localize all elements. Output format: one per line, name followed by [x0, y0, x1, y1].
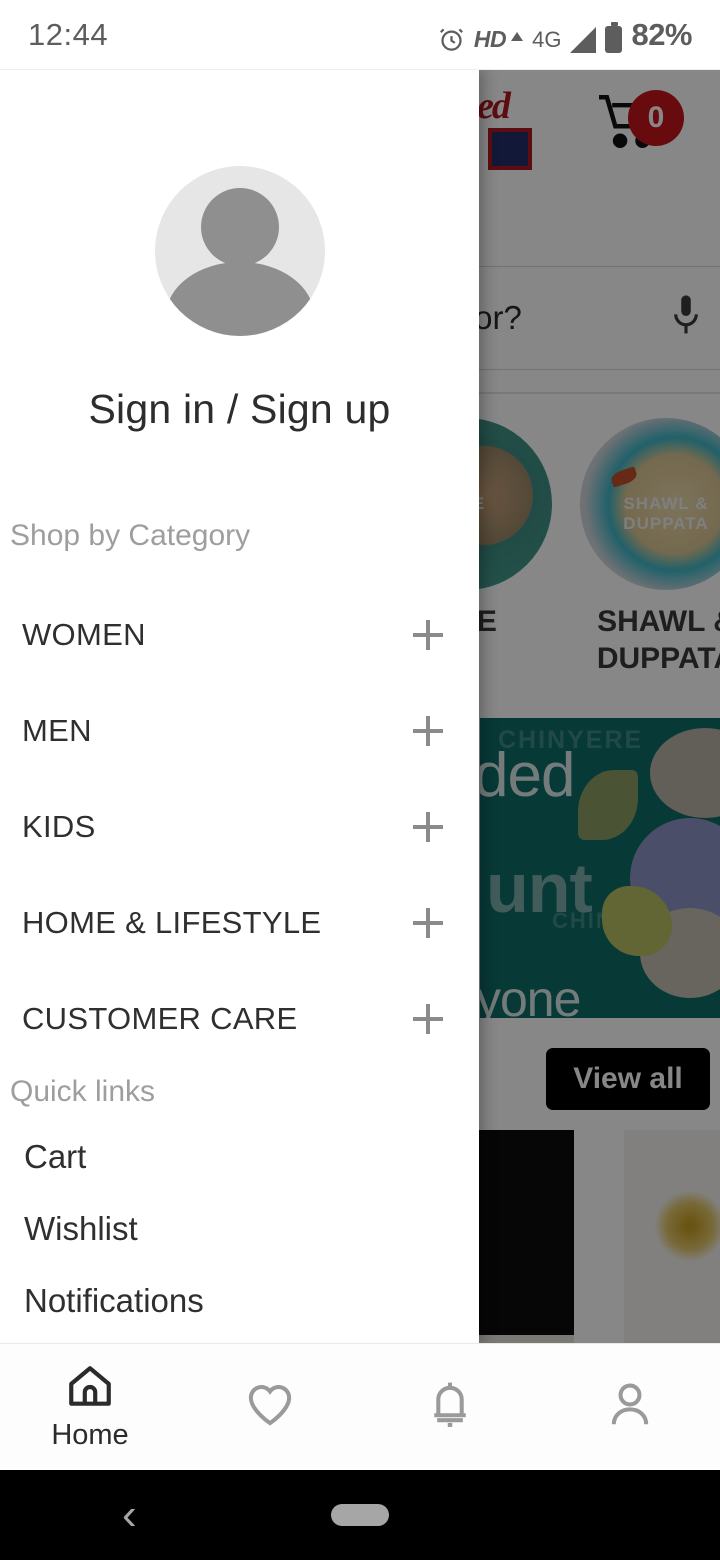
drawer-item-label: MEN	[22, 713, 92, 748]
drawer-item-label: CUSTOMER CARE	[22, 1001, 298, 1036]
network-type-label: 4G	[532, 26, 562, 52]
drawer-item-label: HOME & LIFESTYLE	[22, 905, 322, 940]
home-pill-icon[interactable]	[331, 1504, 389, 1526]
bottom-nav-home[interactable]: Home	[0, 1362, 180, 1452]
battery-percent-label: 82%	[631, 16, 692, 52]
hd-indicator-icon	[511, 31, 524, 41]
expand-plus-icon[interactable]	[413, 1004, 443, 1034]
person-icon	[602, 1377, 658, 1436]
quick-links-heading: Quick links	[10, 1075, 156, 1108]
drawer-quick-links-list: Cart Wishlist Notifications	[0, 1121, 479, 1337]
status-bar-time: 12:44	[28, 16, 109, 52]
android-navigation-bar: ‹	[0, 1470, 720, 1560]
drawer-category-list: WOMEN MEN KIDS HOME & LIFESTYLE CUSTOMER…	[0, 587, 479, 1067]
heart-icon	[241, 1377, 299, 1436]
drawer-item-kids[interactable]: KIDS	[0, 779, 479, 875]
expand-plus-icon[interactable]	[413, 812, 443, 842]
chevron-left-icon[interactable]: ‹	[122, 1493, 137, 1537]
bottom-nav-wishlist[interactable]	[180, 1377, 360, 1438]
drawer-header: Sign in / Sign up	[0, 70, 479, 433]
drawer-item-customer-care[interactable]: CUSTOMER CARE	[0, 971, 479, 1067]
drawer-item-home-lifestyle[interactable]: HOME & LIFESTYLE	[0, 875, 479, 971]
quick-link-cart[interactable]: Cart	[0, 1121, 479, 1193]
bell-icon	[423, 1377, 477, 1436]
hd-call-label: HD	[473, 25, 507, 52]
home-icon	[63, 1362, 117, 1417]
alarm-clock-icon	[438, 26, 465, 53]
drawer-item-men[interactable]: MEN	[0, 683, 479, 779]
quick-link-label: Wishlist	[24, 1210, 138, 1247]
avatar-body-shape	[165, 262, 314, 336]
status-bar: 12:44 HD 4G 82%	[0, 0, 720, 70]
quick-link-wishlist[interactable]: Wishlist	[0, 1193, 479, 1265]
expand-plus-icon[interactable]	[413, 716, 443, 746]
bottom-nav-label: Home	[51, 1419, 129, 1451]
sign-in-button[interactable]: Sign in / Sign up	[89, 386, 391, 433]
user-avatar-icon[interactable]	[154, 166, 325, 336]
drawer-item-label: KIDS	[22, 809, 96, 844]
signal-bars-icon	[570, 26, 597, 53]
avatar-head-shape	[200, 188, 279, 266]
expand-plus-icon[interactable]	[413, 620, 443, 650]
battery-icon	[605, 21, 623, 53]
bottom-nav-account[interactable]	[540, 1377, 720, 1438]
quick-link-label: Notifications	[24, 1282, 204, 1319]
status-bar-icons: HD 4G 82%	[438, 17, 692, 53]
bottom-navigation-bar: Home	[0, 1343, 720, 1470]
quick-link-label: Cart	[24, 1138, 87, 1175]
drawer-item-label: WOMEN	[22, 617, 146, 652]
phone-screen: 12:44 HD 4G 82% ed 0 for? SHAWL & DUPPAT…	[0, 0, 720, 1560]
navigation-drawer: Sign in / Sign up Shop by Category WOMEN…	[0, 70, 479, 1343]
drawer-item-women[interactable]: WOMEN	[0, 587, 479, 683]
quick-link-notifications[interactable]: Notifications	[0, 1265, 479, 1337]
bottom-nav-notifications[interactable]	[360, 1377, 540, 1438]
expand-plus-icon[interactable]	[413, 908, 443, 938]
shop-by-category-heading: Shop by Category	[10, 519, 251, 552]
